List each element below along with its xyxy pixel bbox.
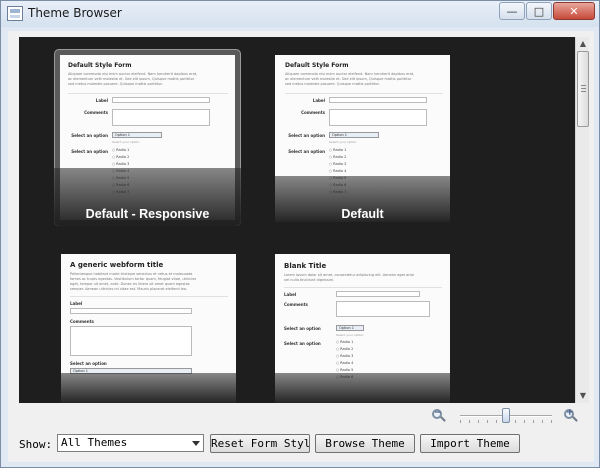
theme-card-default[interactable]: Default Style Form Aliquam commodo nisi … bbox=[275, 55, 450, 222]
preview-label: Label bbox=[284, 292, 297, 297]
zoom-control: − + bbox=[430, 407, 590, 427]
preview-textarea bbox=[112, 109, 210, 126]
window-controls: — □ ✕ bbox=[498, 2, 595, 20]
preview-radio: Radio 2 bbox=[112, 155, 129, 159]
preview-radio: Radio 5 bbox=[336, 368, 353, 372]
theme-card-default-responsive[interactable]: Default Style Form Aliquam commodo nisi … bbox=[54, 49, 241, 226]
zoom-in-icon[interactable]: + bbox=[564, 408, 578, 423]
theme-grid: Default Style Form Aliquam commodo nisi … bbox=[19, 37, 575, 403]
zoom-slider-tick bbox=[551, 420, 552, 423]
theme-card-generic-webform[interactable]: A generic webform title Pellentesque hab… bbox=[61, 254, 236, 403]
preview-label: Label bbox=[95, 98, 108, 103]
preview-select-label: Select an option bbox=[288, 133, 325, 138]
window-title: Theme Browser bbox=[28, 6, 122, 20]
preview-hint: Select your option bbox=[336, 333, 364, 337]
preview-title: Default Style Form bbox=[68, 62, 132, 69]
preview-label: Label bbox=[70, 301, 83, 306]
zoom-slider-tick bbox=[533, 420, 534, 423]
zoom-slider-tick bbox=[542, 420, 543, 423]
preview-comments-label: Comments bbox=[70, 319, 94, 324]
preview-select-label: Select an option bbox=[284, 326, 321, 331]
preview-radio: Radio 4 bbox=[329, 169, 346, 173]
theme-browser-window: Theme Browser — □ ✕ Default Style Form A… bbox=[0, 0, 600, 468]
minimize-button[interactable]: — bbox=[499, 2, 525, 20]
preview-radio: Radio 1 bbox=[329, 148, 346, 152]
preview-divider bbox=[70, 296, 228, 297]
preview-radio: Radio 2 bbox=[336, 347, 353, 351]
preview-input bbox=[329, 97, 427, 103]
preview-select-label: Select an option bbox=[71, 133, 108, 138]
preview-textarea bbox=[336, 301, 430, 317]
grip-icon bbox=[581, 85, 586, 92]
reset-form-styles-button[interactable]: Reset Form Styles bbox=[210, 434, 310, 453]
zoom-slider-tick bbox=[524, 420, 525, 423]
preview-input bbox=[336, 291, 420, 297]
bottom-toolbar: Show: All Themes Reset Form Styles Brows… bbox=[8, 431, 594, 457]
show-label: Show: bbox=[19, 438, 53, 451]
chevron-down-icon bbox=[192, 441, 200, 446]
preview-radio: Radio 2 bbox=[329, 155, 346, 159]
theme-name: Default bbox=[341, 207, 384, 221]
preview-textarea bbox=[70, 326, 192, 356]
app-icon bbox=[7, 6, 23, 21]
preview-radio-label: Select an option bbox=[288, 149, 325, 154]
zoom-slider-tick bbox=[515, 420, 516, 423]
preview-comments-label: Comments bbox=[84, 110, 108, 115]
scroll-down-arrow-icon[interactable]: ▼ bbox=[576, 389, 590, 403]
preview-radio: Radio 1 bbox=[112, 148, 129, 152]
scroll-up-arrow-icon[interactable]: ▲ bbox=[576, 37, 590, 51]
preview-radio-label: Select an option bbox=[284, 341, 321, 346]
theme-filter-value: All Themes bbox=[61, 436, 128, 449]
zoom-out-icon[interactable]: − bbox=[432, 408, 446, 423]
preview-label: Label bbox=[312, 98, 325, 103]
preview-comments-label: Comments bbox=[301, 110, 325, 115]
preview-input bbox=[70, 308, 192, 314]
close-button[interactable]: ✕ bbox=[553, 2, 595, 20]
preview-title: Blank Title bbox=[284, 262, 327, 270]
preview-radio-label: Select an option bbox=[71, 149, 108, 154]
preview-hint: Select your option bbox=[112, 140, 140, 144]
preview-input bbox=[112, 97, 210, 103]
theme-filter-select[interactable]: All Themes bbox=[57, 434, 204, 452]
preview-radio: Radio 4 bbox=[336, 361, 353, 365]
import-theme-button[interactable]: Import Theme bbox=[420, 434, 520, 453]
browse-theme-button[interactable]: Browse Theme bbox=[315, 434, 415, 453]
theme-name: Default - Responsive bbox=[85, 207, 210, 221]
preview-comments-label: Comments bbox=[284, 302, 308, 307]
zoom-slider-thumb[interactable] bbox=[502, 408, 510, 423]
vertical-scrollbar[interactable]: ▲ ▼ bbox=[575, 37, 589, 403]
preview-radio: Radio 3 bbox=[329, 162, 346, 166]
preview-desc-line: vel nulla tincidunt dignissim. bbox=[284, 278, 335, 282]
preview-title: A generic webform title bbox=[70, 261, 164, 269]
zoom-slider-tick bbox=[469, 420, 470, 423]
preview-fade bbox=[275, 373, 450, 403]
zoom-slider-tick bbox=[496, 420, 497, 423]
preview-divider bbox=[285, 93, 443, 94]
zoom-slider-tick bbox=[487, 420, 488, 423]
preview-desc-line: sed metus molestie posuere. Quisque matt… bbox=[68, 82, 163, 86]
preview-select-label: Select an option bbox=[70, 361, 107, 366]
preview-fade bbox=[61, 373, 236, 403]
title-bar[interactable]: Theme Browser — □ ✕ bbox=[1, 1, 599, 27]
preview-title: Default Style Form bbox=[285, 62, 349, 69]
preview-desc-line: sed metus molestie posuere. Quisque matt… bbox=[285, 82, 380, 86]
preview-hint: Select your option bbox=[329, 140, 357, 144]
preview-radio: Radio 1 bbox=[336, 340, 353, 344]
preview-divider bbox=[284, 287, 442, 288]
zoom-slider-tick bbox=[460, 420, 461, 423]
preview-select: Option 1 bbox=[112, 132, 162, 138]
preview-radio: Radio 3 bbox=[336, 354, 353, 358]
maximize-button[interactable]: □ bbox=[526, 2, 552, 20]
preview-select: Option 1 bbox=[329, 132, 379, 138]
preview-radio: Radio 3 bbox=[112, 162, 129, 166]
preview-desc-line: semper. Aenean ultricies mi vitae est. M… bbox=[70, 287, 188, 291]
scrollbar-thumb[interactable] bbox=[577, 51, 589, 127]
preview-select: Option 1 bbox=[336, 325, 364, 331]
preview-textarea bbox=[329, 109, 427, 126]
client-area: Default Style Form Aliquam commodo nisi … bbox=[8, 31, 594, 462]
preview-divider bbox=[68, 93, 228, 94]
zoom-slider-tick bbox=[478, 420, 479, 423]
theme-card-blank-title[interactable]: Blank Title Lorem ipsum dolor sit amet, … bbox=[275, 254, 450, 403]
